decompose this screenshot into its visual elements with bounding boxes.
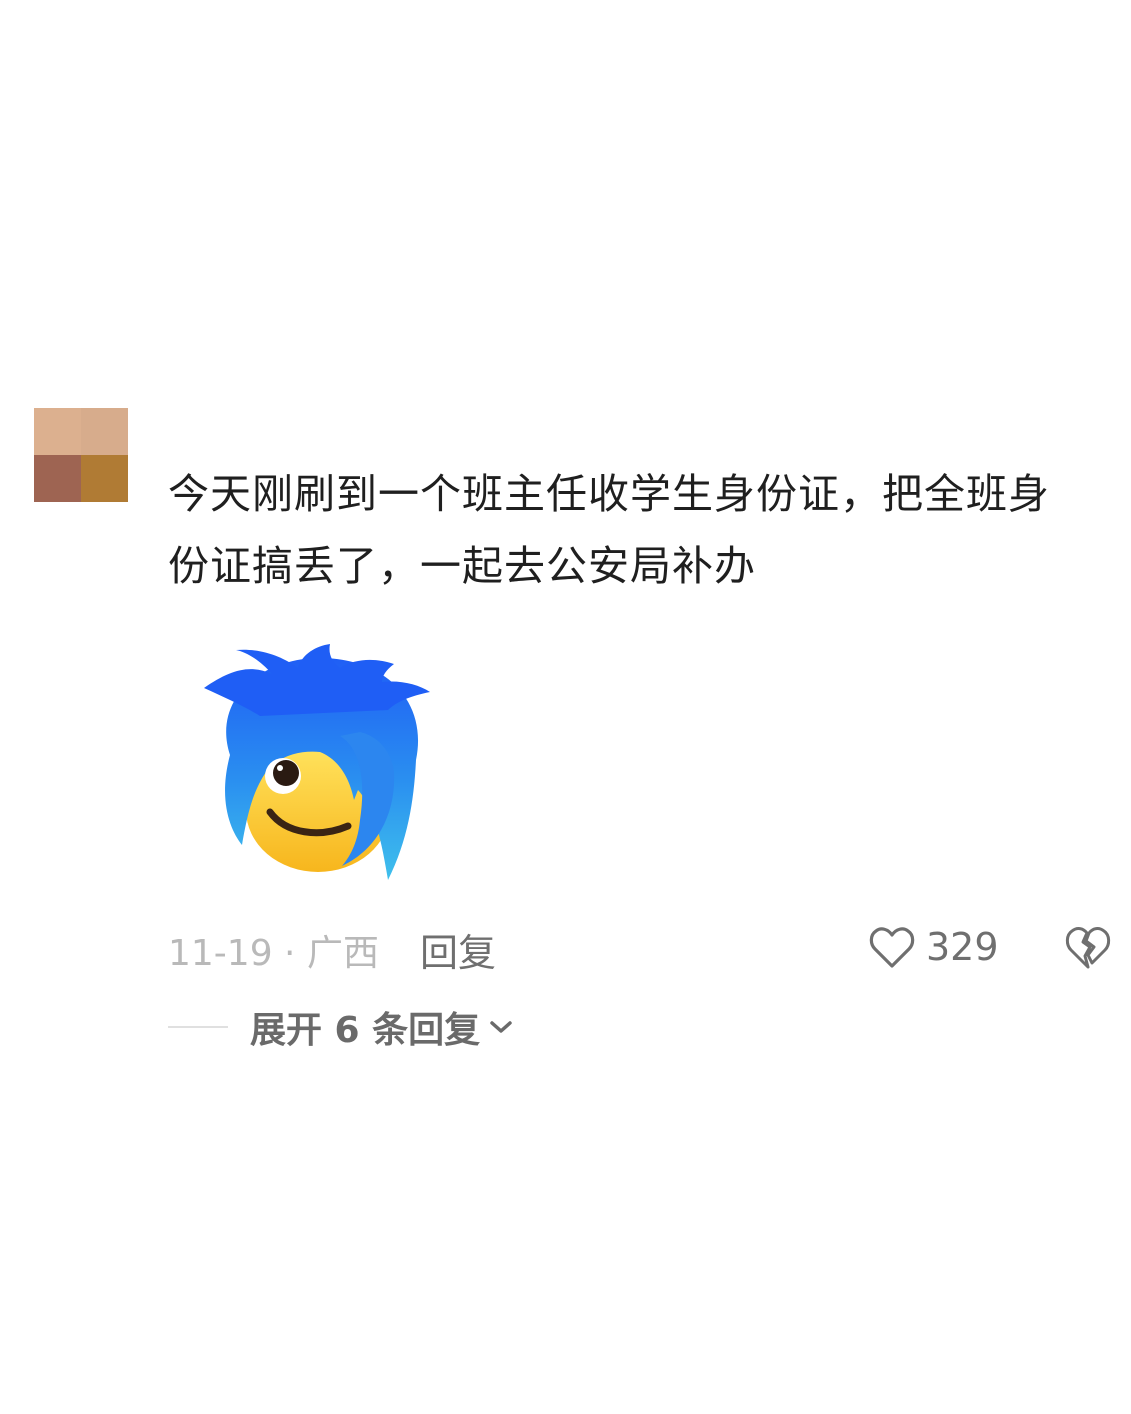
- comment-card: 今天刚刷到一个班主任收学生身份证，把全班身份证搞丢了，一起去公安局补办 11-1…: [0, 0, 1131, 1414]
- blue-haired-smirk-emoji-icon: [204, 644, 430, 880]
- chevron-down-icon: [490, 1021, 512, 1033]
- comment-text: 今天刚刷到一个班主任收学生身份证，把全班身份证搞丢了，一起去公安局补办: [168, 470, 1050, 590]
- like-button[interactable]: 329: [868, 920, 999, 974]
- expand-replies-button[interactable]: 展开 6 条回复: [250, 1001, 514, 1053]
- avatar-pixel: [34, 455, 81, 502]
- comment-meta-row: 11-19 · 广西 回复 329: [168, 920, 1128, 977]
- heart-outline-icon: [869, 927, 915, 968]
- avatar-pixel: [81, 408, 128, 455]
- avatar-pixel: [81, 455, 128, 502]
- broken-heart-icon[interactable]: [1064, 924, 1112, 970]
- comment-date-location: 11-19 · 广西: [168, 933, 379, 974]
- avatar-pixel: [34, 408, 81, 455]
- divider: [168, 1026, 228, 1028]
- reply-button[interactable]: 回复: [420, 922, 496, 977]
- avatar[interactable]: [34, 408, 128, 502]
- expand-replies-row: 展开 6 条回复: [168, 1002, 514, 1052]
- like-count: 329: [926, 925, 999, 969]
- expand-replies-label: 展开 6 条回复: [250, 1010, 481, 1051]
